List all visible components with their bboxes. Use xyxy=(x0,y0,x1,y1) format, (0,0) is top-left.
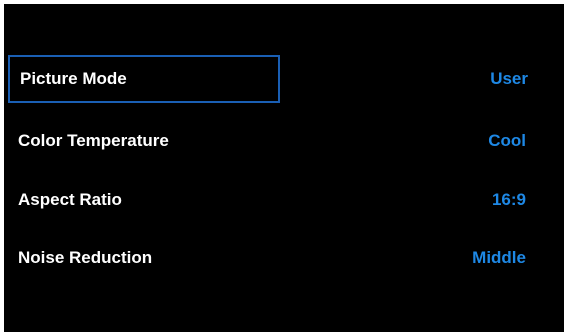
menu-item-label: Color Temperature xyxy=(18,131,169,150)
menu-item-value-noise-reduction: Middle xyxy=(472,248,526,267)
menu-item-label: Aspect Ratio xyxy=(18,190,122,209)
menu-item-label: Picture Mode xyxy=(20,69,127,88)
menu-item-value-color-temperature: Cool xyxy=(488,131,526,150)
menu-item-value-picture-mode[interactable]: User xyxy=(490,69,528,89)
menu-item-color-temperature[interactable]: Color Temperature Cool xyxy=(8,117,562,165)
menu-item-aspect-ratio[interactable]: Aspect Ratio 16:9 xyxy=(8,176,562,224)
menu-item-value-aspect-ratio: 16:9 xyxy=(491,190,526,209)
menu-item-label: Noise Reduction xyxy=(18,248,153,267)
menu-item-noise-reduction[interactable]: Noise Reduction Middle xyxy=(8,234,562,282)
settings-screen: Picture Mode User Color Temperature Cool… xyxy=(4,4,564,332)
menu-item-picture-mode[interactable]: Picture Mode xyxy=(8,55,280,103)
